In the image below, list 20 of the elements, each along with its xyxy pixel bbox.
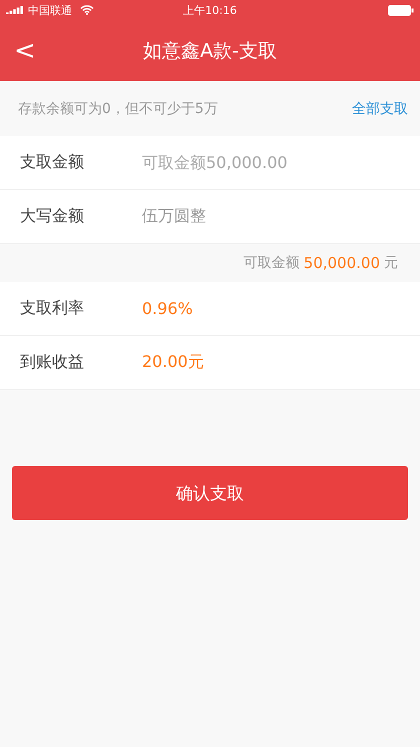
status-time: 上午10:16 [183, 2, 237, 18]
field-label: 支取金额 [20, 152, 85, 173]
wifi-icon [80, 5, 94, 15]
confirm-button[interactable]: 确认支取 [12, 466, 408, 520]
field-label: 到账收益 [20, 352, 85, 373]
field-value: 0.96% [142, 299, 193, 318]
signal-icon [6, 6, 24, 14]
field-value: 伍万圆整 [142, 206, 206, 227]
battery-icon [388, 4, 414, 16]
currency-unit: 元 [384, 254, 398, 272]
field-value: 20.00元 [142, 352, 204, 373]
available-label: 可取金额 [244, 254, 300, 272]
back-button[interactable]: < [8, 34, 42, 68]
available-amount: 50,000.00 [304, 254, 380, 272]
withdraw-all-link[interactable]: 全部支取 [352, 100, 408, 118]
carrier-name: 中国联通 [28, 2, 72, 18]
field-label: 支取利率 [20, 298, 85, 319]
page-title: 如意鑫A款-支取 [143, 38, 277, 64]
notice-text: 存款余额可为0，但不可少于5万 [18, 100, 218, 118]
field-label: 大写金额 [20, 206, 85, 227]
